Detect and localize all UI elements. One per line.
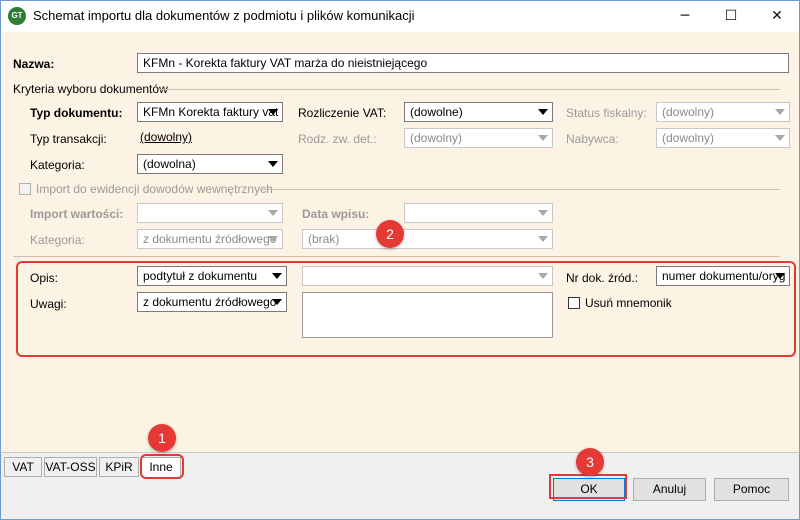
transaction-type-link[interactable]: (dowolny): [140, 130, 192, 144]
tab-kpir[interactable]: KPiR: [99, 457, 139, 477]
annotation-badge-2: 2: [376, 220, 404, 248]
section-divider: [13, 256, 780, 257]
category-label: Kategoria:: [30, 158, 85, 172]
entry-date-select[interactable]: [404, 203, 553, 223]
chevron-down-icon: [268, 161, 278, 167]
doc-type-value: KFMn Korekta faktury vat: [143, 105, 279, 119]
chevron-down-icon: [775, 135, 785, 141]
entry-date-label: Data wpisu:: [302, 207, 370, 221]
chevron-down-icon: [538, 135, 548, 141]
buyer-value: (dowolny): [662, 131, 715, 145]
buyer-label: Nabywca:: [566, 132, 619, 146]
close-icon[interactable]: ✕: [754, 0, 800, 32]
vat-settlement-label: Rozliczenie VAT:: [298, 106, 387, 120]
chevron-down-icon: [268, 210, 278, 216]
app-icon: GT: [8, 7, 26, 25]
brak-select[interactable]: (brak): [302, 229, 553, 249]
tab-vat-oss[interactable]: VAT-OSS: [44, 457, 97, 477]
tab-vat[interactable]: VAT: [4, 457, 42, 477]
import-category-label: Kategoria:: [30, 233, 85, 247]
vat-settlement-value: (dowolne): [410, 105, 463, 119]
vat-settlement-select[interactable]: (dowolne): [404, 102, 553, 122]
section-divider: [160, 89, 780, 90]
transaction-type-label: Typ transakcji:: [30, 132, 107, 146]
annotation-highlight-box: [140, 454, 184, 479]
import-category-select[interactable]: z dokumentu źródłowego: [137, 229, 283, 249]
annotation-badge-3: 3: [576, 448, 604, 476]
fiscal-status-value: (dowolny): [662, 105, 715, 119]
exempt-type-value: (dowolny): [410, 131, 463, 145]
criteria-section-label: Kryteria wyboru dokumentów: [13, 82, 168, 96]
section-divider: [262, 189, 780, 190]
name-label: Nazwa:: [13, 57, 55, 71]
exempt-type-select[interactable]: (dowolny): [404, 128, 553, 148]
chevron-down-icon: [268, 109, 278, 115]
doc-type-label: Typ dokumentu:: [30, 106, 123, 120]
help-button[interactable]: Pomoc: [714, 478, 789, 501]
brak-value: (brak): [308, 232, 340, 246]
fiscal-status-label: Status fiskalny:: [566, 106, 647, 120]
annotation-badge-1: 1: [148, 424, 176, 452]
import-values-label: Import wartości:: [30, 207, 124, 221]
window-title: Schemat importu dla dokumentów z podmiot…: [33, 8, 415, 23]
category-value: (dowolna): [143, 157, 196, 171]
name-input[interactable]: KFMn - Korekta faktury VAT marża do niei…: [137, 53, 789, 73]
doc-type-select[interactable]: KFMn Korekta faktury vat: [137, 102, 283, 122]
maximize-icon[interactable]: ☐: [708, 0, 754, 32]
chevron-down-icon: [775, 109, 785, 115]
cancel-button[interactable]: Anuluj: [633, 478, 706, 501]
annotation-highlight-box: [16, 261, 796, 357]
buyer-select[interactable]: (dowolny): [656, 128, 790, 148]
category-select[interactable]: (dowolna): [137, 154, 283, 174]
chevron-down-icon: [538, 236, 548, 242]
exempt-type-label: Rodz. zw. det.:: [298, 132, 377, 146]
import-category-value: z dokumentu źródłowego: [143, 232, 277, 246]
import-values-select[interactable]: [137, 203, 283, 223]
chevron-down-icon: [538, 109, 548, 115]
annotation-highlight-box: [549, 474, 627, 499]
minimize-icon[interactable]: ─: [662, 0, 708, 32]
chevron-down-icon: [268, 236, 278, 242]
internal-import-checkbox[interactable]: [19, 183, 31, 195]
fiscal-status-select[interactable]: (dowolny): [656, 102, 790, 122]
internal-import-label: Import do ewidencji dowodów wewnętrznych: [36, 182, 273, 196]
chevron-down-icon: [538, 210, 548, 216]
